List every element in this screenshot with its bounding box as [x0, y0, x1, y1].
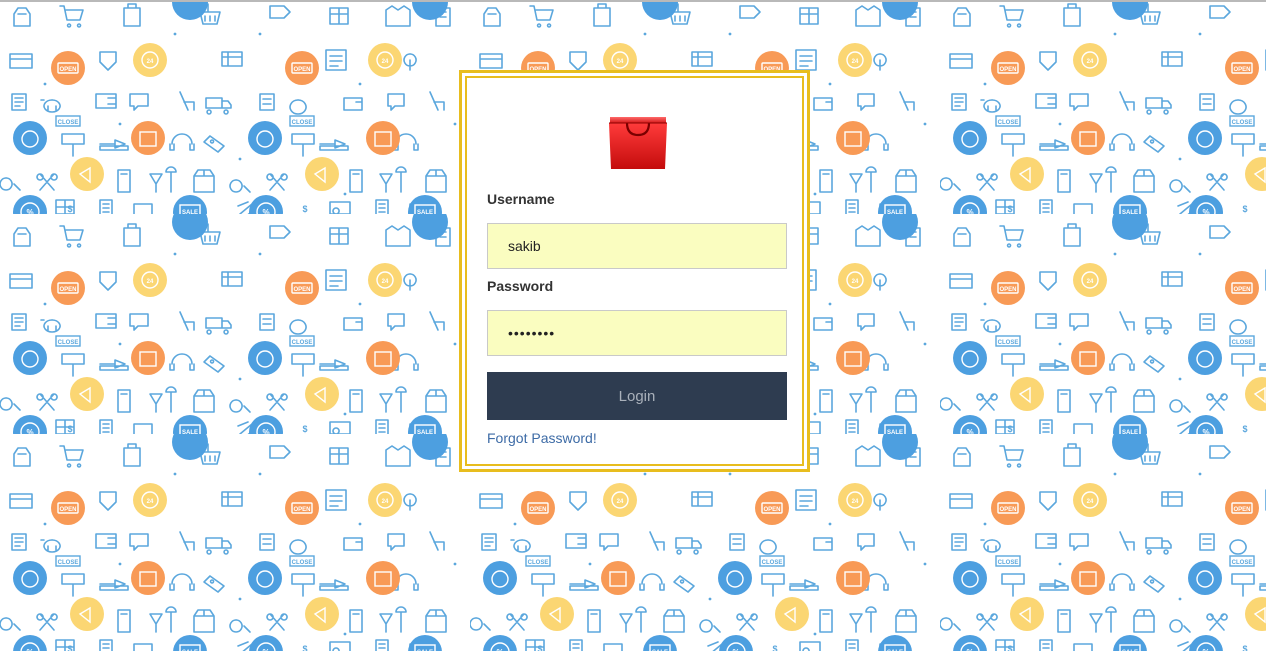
password-input[interactable]	[487, 310, 787, 356]
username-label: Username	[487, 191, 555, 207]
login-card: Username Password Login Forgot Password!	[465, 76, 804, 466]
forgot-password-link[interactable]: Forgot Password!	[487, 430, 597, 446]
password-label: Password	[487, 278, 554, 294]
username-input[interactable]	[487, 223, 787, 269]
login-panel: Username Password Login Forgot Password!	[459, 70, 810, 472]
shopping-bag-icon	[607, 113, 669, 171]
login-button[interactable]: Login	[487, 372, 787, 420]
